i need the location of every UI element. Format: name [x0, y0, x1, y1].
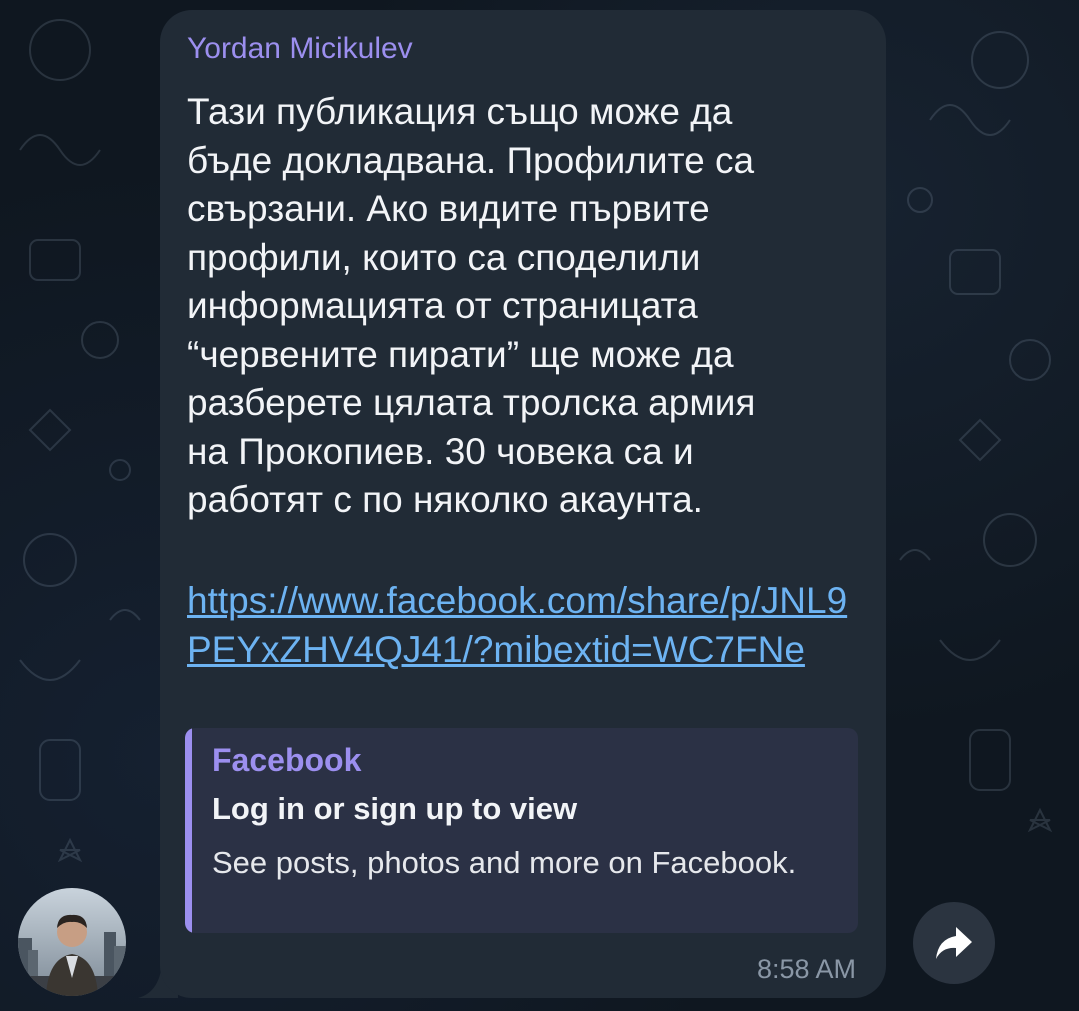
avatar[interactable]: [18, 888, 126, 996]
share-button[interactable]: [913, 902, 995, 984]
share-arrow-icon: [936, 927, 972, 959]
avatar-image: [18, 888, 126, 996]
message-link[interactable]: https://www.facebook.com/share/p/JNL9PEY…: [187, 577, 867, 674]
message-timestamp: 8:58 AM: [756, 954, 856, 984]
message-bubble[interactable]: Yordan Micikulev Тази публикация също мо…: [160, 10, 886, 998]
message-text: Тази публикация също може да бъде доклад…: [187, 91, 756, 520]
preview-accent-bar: [185, 728, 192, 933]
link-preview[interactable]: Facebook Log in or sign up to view See p…: [185, 728, 858, 933]
sender-name[interactable]: Yordan Micikulev: [187, 32, 413, 66]
preview-description: See posts, photos and more on Facebook.: [212, 845, 797, 880]
preview-title: Log in or sign up to view: [212, 791, 578, 826]
preview-site-name: Facebook: [212, 742, 362, 778]
